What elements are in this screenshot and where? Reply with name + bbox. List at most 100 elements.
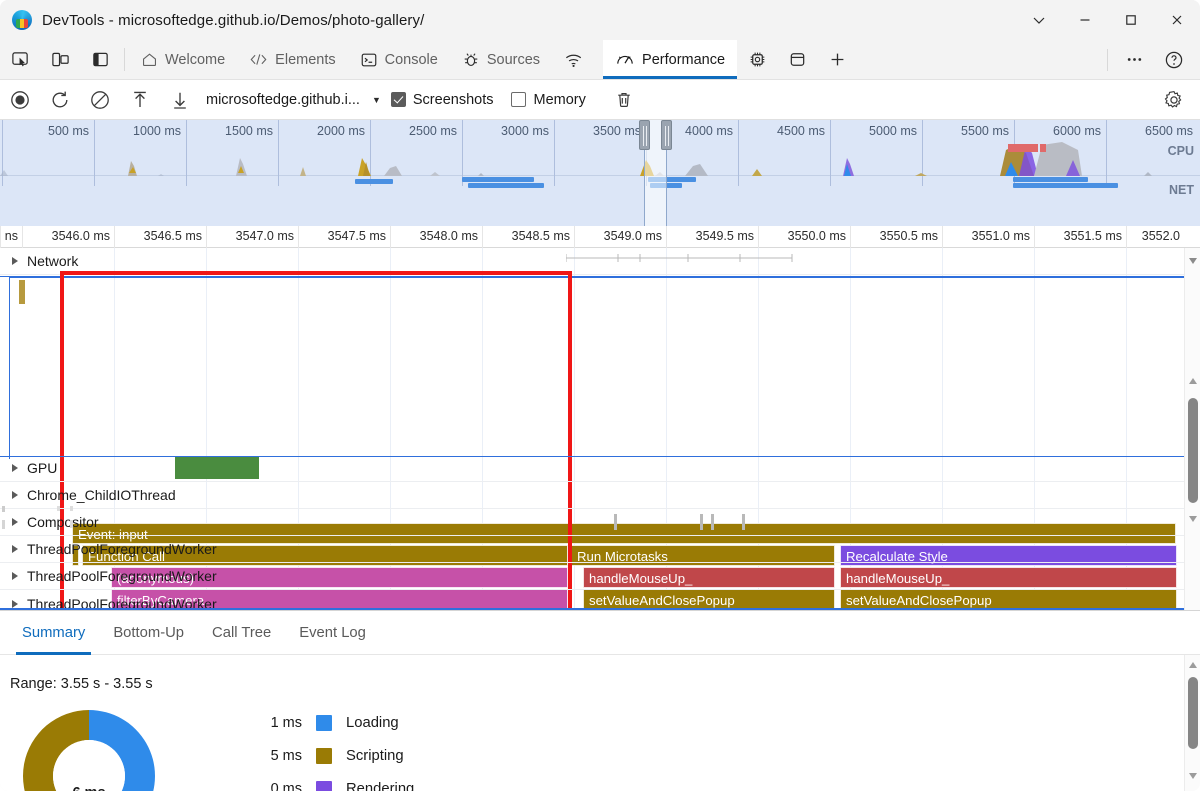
track-label: Compositor xyxy=(27,514,99,530)
expand-arrow-icon[interactable] xyxy=(12,599,18,608)
network-ruler-marks xyxy=(566,254,793,262)
load-profile-icon[interactable] xyxy=(120,80,160,120)
ruler-tick: 3550.0 ms xyxy=(758,226,850,248)
details-panel: Summary Bottom-Up Call Tree Event Log Ra… xyxy=(0,610,1200,791)
network-bar xyxy=(462,177,534,182)
tab-console[interactable]: Console xyxy=(348,40,450,79)
legend-value: 5 ms xyxy=(270,747,302,764)
inspect-element-icon[interactable] xyxy=(0,40,40,79)
tab-bar-right-actions xyxy=(1101,40,1200,79)
chevron-down-icon[interactable] xyxy=(1016,0,1062,40)
compositor-event-tick[interactable] xyxy=(57,506,60,511)
scroll-up-arrow[interactable] xyxy=(1189,662,1197,668)
tab-sources[interactable]: Sources xyxy=(450,40,552,79)
chevron-down-icon[interactable]: ▼ xyxy=(372,95,381,105)
flame-scrollbar[interactable] xyxy=(1184,248,1200,610)
range-label: Range: 3.55 s - 3.55 s xyxy=(10,676,153,692)
save-profile-icon[interactable] xyxy=(160,80,200,120)
help-question-icon[interactable] xyxy=(1154,50,1194,70)
track-row-compositor[interactable]: Compositor xyxy=(0,509,1200,536)
tab-summary[interactable]: Summary xyxy=(8,611,99,655)
selection-left-handle[interactable] xyxy=(639,120,650,150)
legend-swatch-scripting xyxy=(316,747,332,764)
memory-checkbox[interactable]: Memory xyxy=(511,91,586,108)
memory-chip-icon[interactable] xyxy=(737,40,777,79)
tab-network[interactable] xyxy=(552,40,603,79)
scroll-down-arrow[interactable] xyxy=(1189,516,1197,522)
tab-sources-label: Sources xyxy=(486,51,541,68)
track-row-threadpool-2[interactable]: ThreadPoolForegroundWorker xyxy=(0,563,1200,590)
ruler-tick: 3546.5 ms xyxy=(114,226,206,248)
flame-chart[interactable]: Network Event: input Function Call Run M… xyxy=(0,248,1200,610)
track-row-chrome-childiothread[interactable]: Chrome_ChildIOThread xyxy=(0,482,1200,509)
legend-value: 1 ms xyxy=(270,714,302,731)
add-panel-icon[interactable] xyxy=(817,40,857,79)
legend-row-scripting[interactable]: 5 ms Scripting xyxy=(248,739,414,772)
legend-label: Loading xyxy=(346,714,399,731)
compositor-event-tick[interactable] xyxy=(700,514,703,530)
ruler-tick: 3552.0 xyxy=(1126,226,1184,248)
compositor-event-tick[interactable] xyxy=(2,506,5,512)
cpu-label: CPU xyxy=(1167,144,1194,158)
delete-icon[interactable] xyxy=(604,80,644,120)
track-row-threadpool-1[interactable]: ThreadPoolForegroundWorker xyxy=(0,536,1200,563)
ruler-tick: 3546.0 ms xyxy=(22,226,114,248)
legend-value: 0 ms xyxy=(270,780,302,791)
compositor-event-tick[interactable] xyxy=(70,520,73,528)
network-bar xyxy=(1013,183,1118,188)
flame-scroll-thumb[interactable] xyxy=(1188,398,1198,503)
gear-icon[interactable] xyxy=(1154,80,1194,120)
compositor-event-tick[interactable] xyxy=(742,514,745,530)
code-brackets-icon xyxy=(249,51,268,68)
compositor-event-tick[interactable] xyxy=(2,520,5,529)
track-row-gpu[interactable]: GPU xyxy=(0,455,1200,482)
dock-side-icon[interactable] xyxy=(80,40,120,79)
screenshots-checkbox-box[interactable] xyxy=(390,92,406,107)
maximize-icon[interactable] xyxy=(1108,0,1154,40)
expand-arrow-icon[interactable] xyxy=(12,518,18,526)
compositor-event-tick[interactable] xyxy=(614,514,617,530)
track-row-threadpool-3[interactable]: ThreadPoolForegroundWorker xyxy=(0,590,1200,610)
close-icon[interactable] xyxy=(1154,0,1200,40)
legend-row-loading[interactable]: 1 ms Loading xyxy=(248,706,414,739)
application-storage-icon[interactable] xyxy=(777,40,817,79)
summary-legend: 1 ms Loading 5 ms Scripting 0 ms Renderi… xyxy=(248,706,414,791)
record-circle-icon[interactable] xyxy=(0,80,40,120)
more-options-icon[interactable] xyxy=(1114,50,1154,69)
compositor-event-tick[interactable] xyxy=(711,514,714,530)
track-label: ThreadPoolForegroundWorker xyxy=(27,541,217,557)
summary-scrollbar[interactable] xyxy=(1184,655,1200,791)
clear-recording-icon[interactable] xyxy=(80,80,120,120)
expand-arrow-icon[interactable] xyxy=(12,257,18,265)
expand-arrow-icon[interactable] xyxy=(12,464,18,472)
device-emulation-icon[interactable] xyxy=(40,40,80,79)
screenshots-checkbox[interactable]: Screenshots xyxy=(390,92,493,108)
selection-right-handle[interactable] xyxy=(661,120,672,150)
expand-arrow-icon[interactable] xyxy=(12,572,18,580)
tab-call-tree[interactable]: Call Tree xyxy=(198,611,285,655)
zoomed-timeline-ruler: ns 3546.0 ms 3546.5 ms 3547.0 ms 3547.5 … xyxy=(0,226,1200,248)
compositor-event-tick[interactable] xyxy=(70,506,73,511)
tab-performance[interactable]: Performance xyxy=(603,40,738,79)
scroll-up-arrow[interactable] xyxy=(1189,378,1197,384)
legend-row-rendering[interactable]: 0 ms Rendering xyxy=(248,772,414,791)
tab-bottom-up[interactable]: Bottom-Up xyxy=(99,611,198,655)
ruler-tick: 3548.0 ms xyxy=(390,226,482,248)
scroll-down-arrow[interactable] xyxy=(1189,258,1197,264)
minimize-icon[interactable] xyxy=(1062,0,1108,40)
memory-label: Memory xyxy=(533,91,586,108)
recording-url-label[interactable]: microsoftedge.github.i... xyxy=(206,92,360,108)
expand-arrow-icon[interactable] xyxy=(12,545,18,553)
scroll-down-arrow[interactable] xyxy=(1189,773,1197,779)
tab-event-log[interactable]: Event Log xyxy=(285,611,380,655)
ruler-tick: 3550.5 ms xyxy=(850,226,942,248)
memory-checkbox-box[interactable] xyxy=(511,92,527,107)
expand-arrow-icon[interactable] xyxy=(12,491,18,499)
tab-elements[interactable]: Elements xyxy=(237,40,347,79)
ruler-tick: 3551.5 ms xyxy=(1034,226,1126,248)
summary-scroll-thumb[interactable] xyxy=(1188,677,1198,749)
details-tab-bar: Summary Bottom-Up Call Tree Event Log xyxy=(0,611,1200,655)
reload-record-icon[interactable] xyxy=(40,80,80,120)
donut-center-label: 6 ms xyxy=(72,785,105,791)
tab-welcome[interactable]: Welcome xyxy=(129,40,237,79)
